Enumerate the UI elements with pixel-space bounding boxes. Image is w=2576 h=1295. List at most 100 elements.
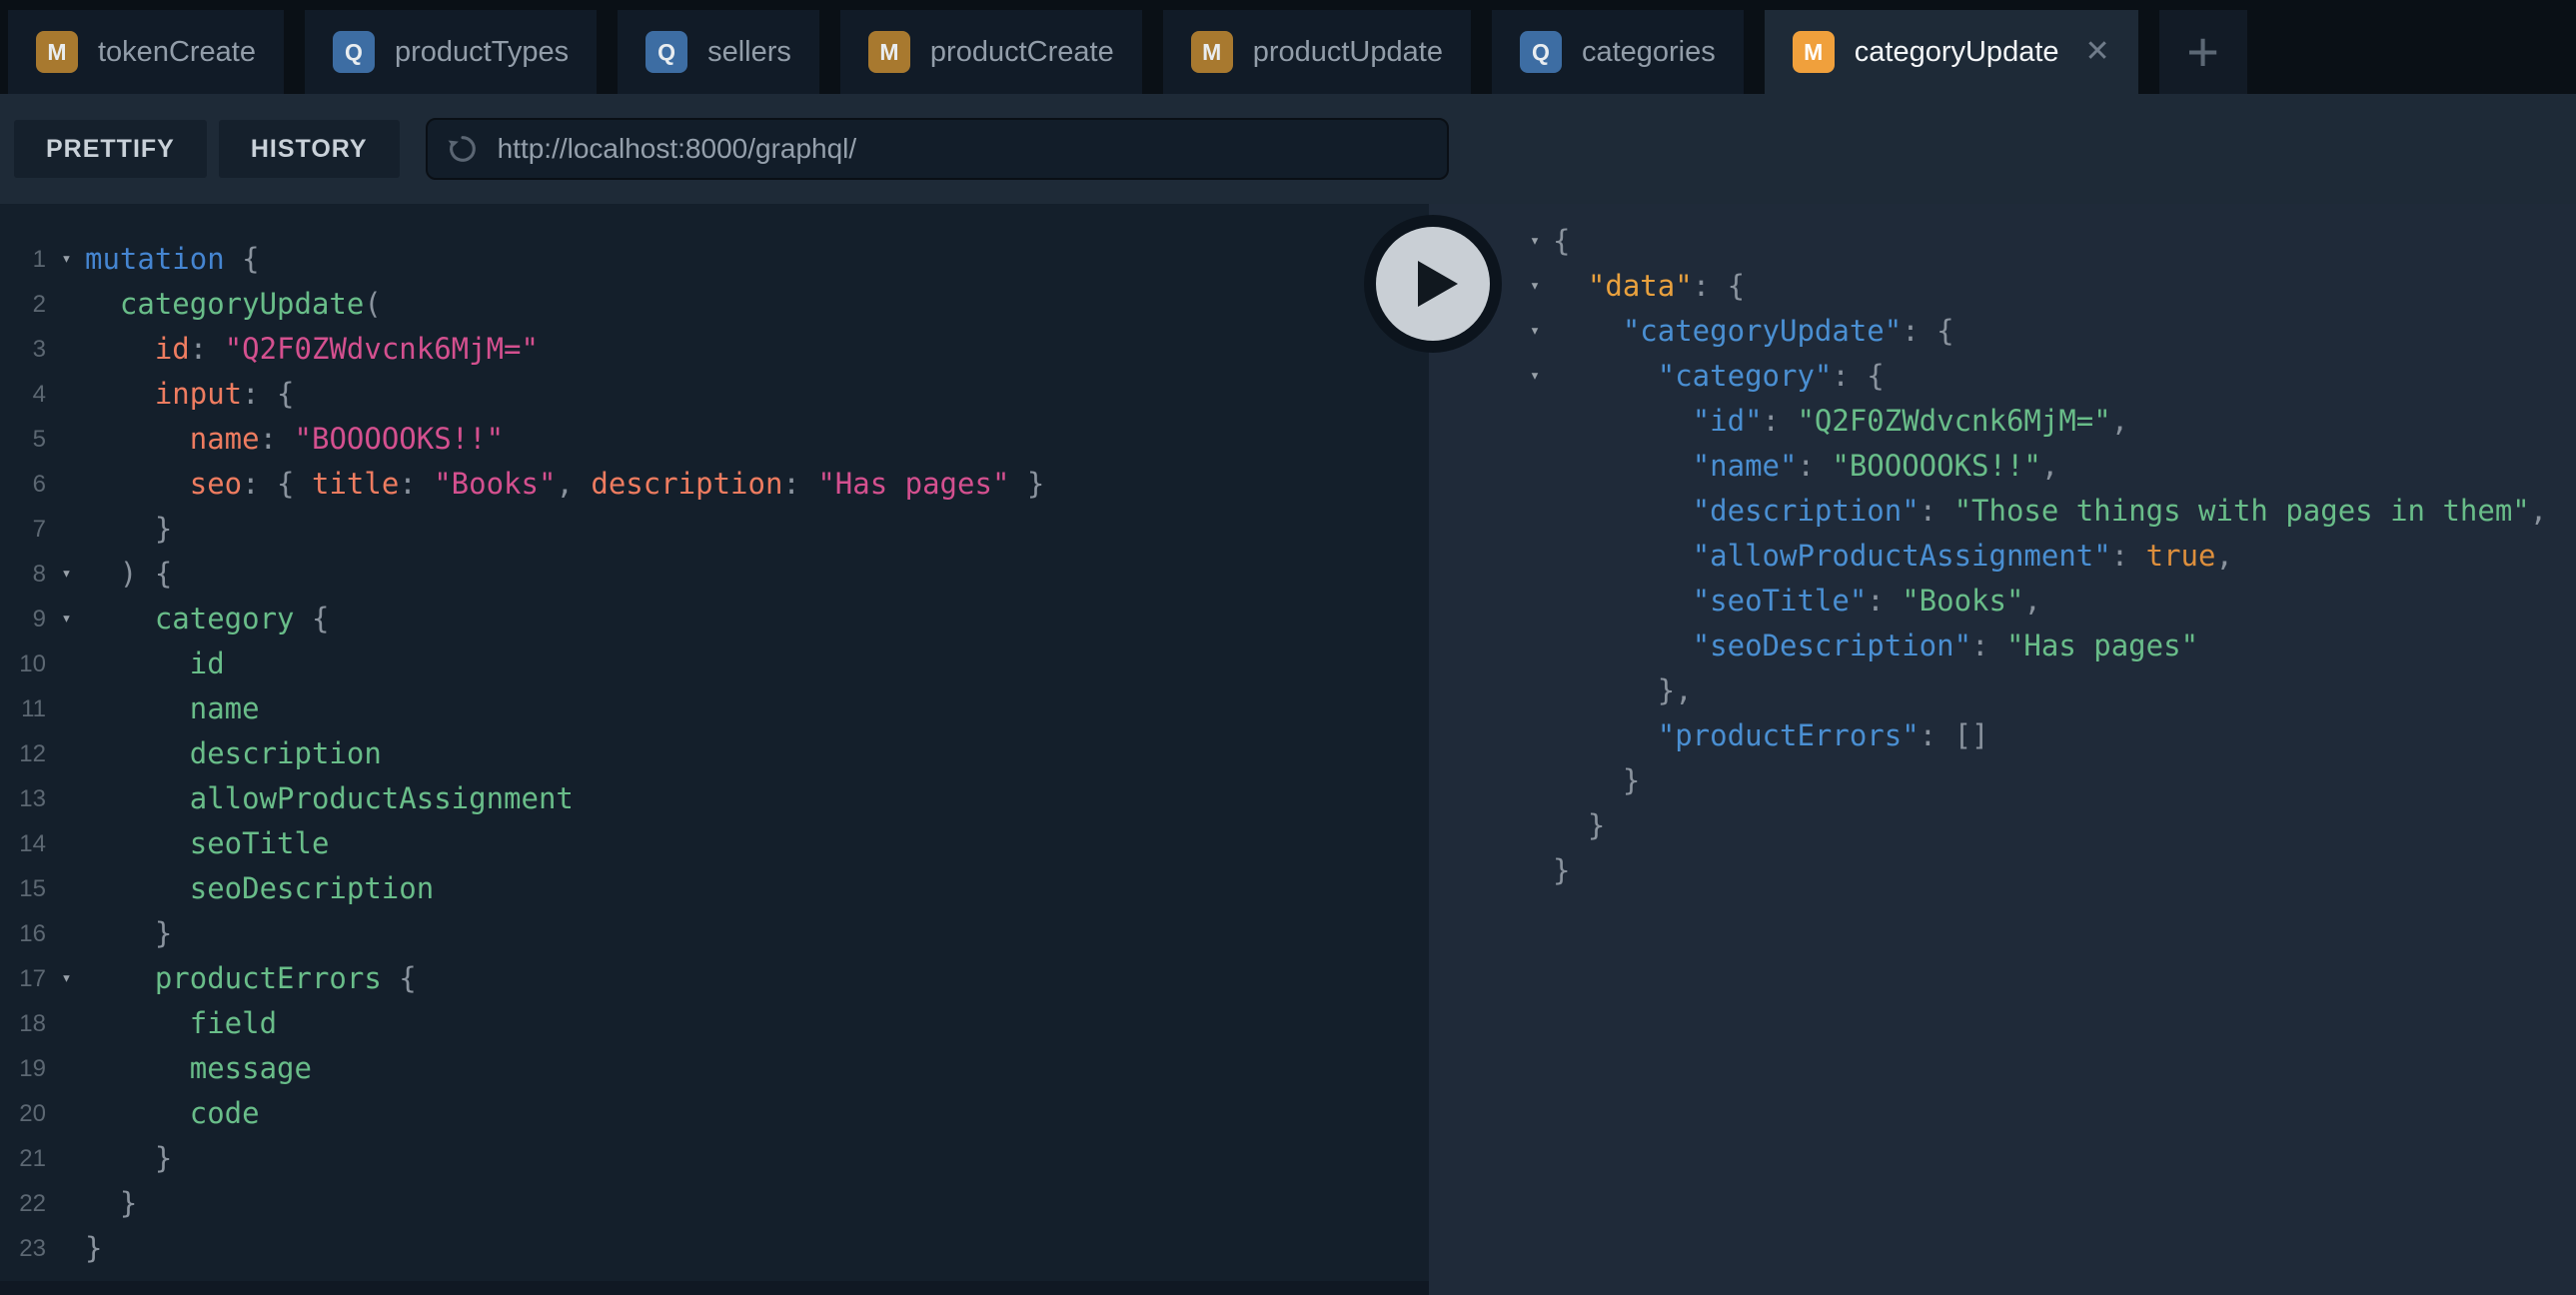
fold-spacer [1517,624,1553,668]
fold-spacer [1517,713,1553,758]
code-text: category { [85,597,329,642]
line-number: 23 [0,1226,48,1271]
line-number: 12 [0,731,48,776]
code-token: } [85,512,172,546]
line-number: 6 [0,462,48,507]
play-button-circle [1376,227,1490,341]
code-line: "seoTitle": "Books", [1517,579,2576,624]
tab-categoryUpdate[interactable]: McategoryUpdate✕ [1765,10,2138,94]
fold-arrow-icon[interactable]: ▾ [48,552,85,597]
fold-arrow-icon[interactable]: ▾ [48,597,85,642]
history-button[interactable]: HISTORY [219,120,400,178]
code-token: ) { [85,557,172,591]
code-token: { [295,602,330,636]
query-editor-pane[interactable]: 1▾mutation {2 categoryUpdate(3 id: "Q2F0… [0,204,1429,1295]
code-token: field [85,1006,277,1040]
tab-label: categoryUpdate [1855,36,2059,69]
code-text: "seoDescription": "Has pages" [1553,624,2198,668]
code-line: 20 code [0,1091,1429,1136]
code-token: : { [1693,269,1745,303]
code-token: "Q2F0ZWdvcnk6MjM=" [225,332,539,366]
code-line: "productErrors": [] [1517,713,2576,758]
line-number: 10 [0,642,48,686]
code-token: : [782,467,817,501]
fold-spacer [48,642,85,686]
tab-categories[interactable]: Qcategories [1492,10,1744,94]
code-token: seoDescription [85,871,434,905]
execute-query-button[interactable] [1364,215,1502,353]
tab-productUpdate[interactable]: MproductUpdate [1163,10,1471,94]
code-text: field [85,1001,277,1046]
horizontal-scrollbar-track[interactable] [0,1281,1429,1295]
code-token: "Books" [1902,584,2023,618]
code-text: allowProductAssignment [85,776,574,821]
tab-bar: MtokenCreateQproductTypesQsellersMproduc… [0,0,2576,94]
code-token: , [2215,539,2232,573]
reload-schema-icon[interactable] [446,132,480,166]
fold-arrow-icon[interactable]: ▾ [48,956,85,1001]
code-line: 16 } [0,911,1429,956]
fold-arrow-icon[interactable]: ▾ [1517,309,1553,354]
code-text: "category": { [1553,354,1885,399]
code-line: ▾ "category": { [1517,354,2576,399]
code-token [1553,629,1693,662]
code-token [1553,269,1588,303]
fold-arrow-icon[interactable]: ▾ [1517,354,1553,399]
code-token: id [85,332,190,366]
code-token: : [2111,539,2146,573]
new-tab-button[interactable]: + [2159,10,2247,94]
code-line: ▾{ [1517,219,2576,264]
code-line: 4 input: { [0,372,1429,417]
query-editor-code: 1▾mutation {2 categoryUpdate(3 id: "Q2F0… [0,237,1429,1271]
tab-sellers[interactable]: Qsellers [618,10,819,94]
tab-productTypes[interactable]: QproductTypes [305,10,597,94]
code-text: } [85,1226,102,1271]
code-token: allowProductAssignment [85,781,574,815]
code-token: } [1553,808,1605,842]
code-text: }, [1553,668,1693,713]
code-token: , [2111,404,2128,438]
code-token: : [1867,584,1902,618]
code-line: 8▾ ) { [0,552,1429,597]
line-number: 22 [0,1181,48,1226]
code-token: } [85,1231,102,1265]
endpoint-url-input[interactable] [496,132,1429,166]
code-token: "Books" [434,467,556,501]
code-line: }, [1517,668,2576,713]
code-token: }, [1553,673,1693,707]
code-token: id [85,647,225,680]
code-line: 21 } [0,1136,1429,1181]
code-token: code [85,1096,260,1130]
fold-spacer [48,1136,85,1181]
fold-spacer [48,776,85,821]
close-tab-icon[interactable]: ✕ [2085,37,2110,67]
response-json-code: ▾{▾ "data": {▾ "categoryUpdate": {▾ "cat… [1517,219,2576,893]
code-token: description [85,736,382,770]
tab-productCreate[interactable]: MproductCreate [840,10,1142,94]
code-line: "description": "Those things with pages … [1517,489,2576,534]
code-text: message [85,1046,312,1091]
code-line: "allowProductAssignment": true, [1517,534,2576,579]
code-token: : [1797,449,1832,483]
line-number: 11 [0,686,48,731]
line-number: 4 [0,372,48,417]
code-token: "seoTitle" [1693,584,1868,618]
fold-arrow-icon[interactable]: ▾ [48,237,85,282]
code-token: } [85,916,172,950]
tab-tokenCreate[interactable]: MtokenCreate [8,10,284,94]
fold-spacer [1517,848,1553,893]
tab-label: productCreate [930,36,1114,69]
code-line: 19 message [0,1046,1429,1091]
code-token: mutation [85,242,225,276]
code-text: } [1553,758,1640,803]
fold-arrow-icon[interactable]: ▾ [1517,219,1553,264]
code-line: ▾ "data": { [1517,264,2576,309]
code-line: } [1517,803,2576,848]
endpoint-url-bar[interactable] [426,118,1449,180]
fold-arrow-icon[interactable]: ▾ [1517,264,1553,309]
fold-spacer [1517,399,1553,444]
prettify-button[interactable]: PRETTIFY [14,120,207,178]
code-token: , [556,467,591,501]
code-token: title [312,467,399,501]
fold-spacer [48,911,85,956]
